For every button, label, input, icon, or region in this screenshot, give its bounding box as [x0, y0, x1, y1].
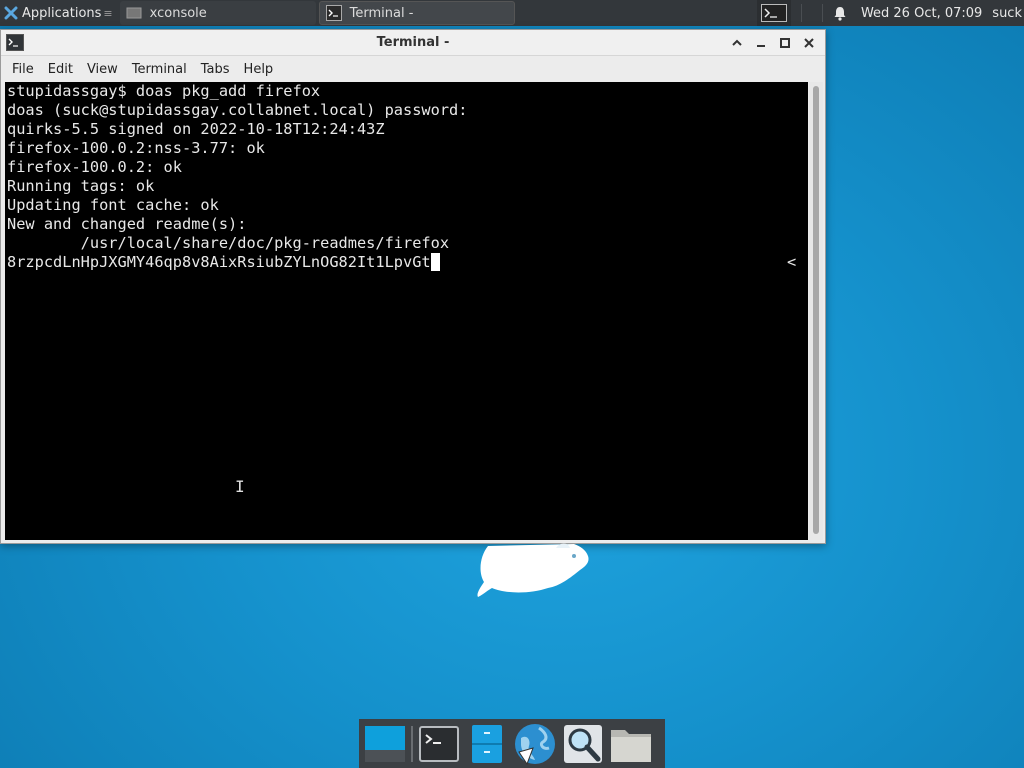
- terminal-line: Updating font cache: ok: [7, 196, 219, 214]
- window-title: Terminal -: [376, 35, 450, 50]
- panel-separator: [800, 4, 802, 22]
- panel-separator: [821, 4, 823, 22]
- chevron-up-icon: [732, 39, 742, 46]
- terminal-input-line[interactable]: 8rzpcdLnHpJXGMY46qp8v8AixRsiubZYLnOG82It…: [7, 253, 808, 272]
- menu-edit[interactable]: Edit: [41, 59, 80, 80]
- terminal-line: firefox-100.0.2:nss-3.77: ok: [7, 139, 265, 157]
- terminal-scrollbar[interactable]: [809, 82, 823, 540]
- terminal-task-icon: [325, 5, 342, 21]
- notifications-button[interactable]: [833, 6, 847, 21]
- terminal-line: firefox-100.0.2: ok: [7, 158, 182, 176]
- ibeam-cursor-icon: I: [235, 477, 245, 496]
- terminal-output[interactable]: stupidassgay$ doas pkg_add firefox doas …: [5, 82, 808, 540]
- dock: [359, 719, 665, 768]
- maximize-button[interactable]: [775, 33, 795, 53]
- window-controls: [727, 33, 819, 53]
- terminal-line: Running tags: ok: [7, 177, 155, 195]
- terminal-line: doas (suck@stupidassgay.collabnet.local)…: [7, 101, 468, 119]
- terminal-line: New and changed readme(s):: [7, 215, 247, 233]
- folder-icon: [611, 729, 651, 762]
- terminal-icon: [760, 4, 787, 22]
- minimize-button[interactable]: [751, 33, 771, 53]
- menu-terminal[interactable]: Terminal: [125, 59, 194, 80]
- dock-web-browser[interactable]: [513, 722, 557, 766]
- dock-folder[interactable]: [609, 722, 653, 766]
- menu-view[interactable]: View: [80, 59, 125, 80]
- dock-separator: [411, 725, 413, 762]
- search-icon: [564, 724, 602, 763]
- menu-bar: File Edit View Terminal Tabs Help: [1, 56, 825, 82]
- show-desktop-icon: [365, 725, 405, 762]
- dock-terminal[interactable]: [417, 722, 461, 766]
- applications-label: Applications: [22, 5, 102, 21]
- close-icon: [804, 38, 814, 48]
- line-overflow-marker: <: [787, 253, 797, 271]
- top-panel: Applications ≡ xconsole Terminal - Wed 2…: [0, 0, 1024, 26]
- applications-menu[interactable]: Applications ≡: [0, 0, 117, 26]
- applications-caret: ≡: [103, 6, 113, 20]
- terminal-icon: [419, 725, 459, 762]
- panel-terminal-launcher[interactable]: [756, 0, 791, 26]
- menu-tabs[interactable]: Tabs: [194, 59, 237, 80]
- file-cabinet-icon: [472, 724, 502, 763]
- terminal-line: quirks-5.5 signed on 2022-10-18T12:24:43…: [7, 120, 385, 138]
- menu-file[interactable]: File: [5, 59, 41, 80]
- task-xconsole-label: xconsole: [149, 5, 207, 21]
- xfce-mouse-mascot-icon: [477, 543, 589, 597]
- web-browser-icon: [515, 723, 555, 765]
- task-terminal-label: Terminal -: [349, 5, 414, 21]
- terminal-input-text: 8rzpcdLnHpJXGMY46qp8v8AixRsiubZYLnOG82It…: [7, 253, 431, 271]
- task-xconsole[interactable]: xconsole: [119, 1, 316, 25]
- maximize-icon: [780, 38, 790, 48]
- shade-button[interactable]: [727, 33, 747, 53]
- bell-icon: [834, 6, 846, 21]
- terminal-line: stupidassgay$ doas pkg_add firefox: [7, 82, 321, 100]
- dock-search[interactable]: [561, 722, 605, 766]
- xfce-logo-icon: [4, 6, 18, 20]
- clock[interactable]: Wed 26 Oct, 07:09: [861, 6, 982, 21]
- scrollbar-thumb[interactable]: [813, 86, 819, 534]
- user-menu[interactable]: suck: [992, 6, 1022, 21]
- window-titlebar[interactable]: Terminal -: [1, 30, 825, 56]
- task-terminal[interactable]: Terminal -: [318, 1, 515, 25]
- menu-help[interactable]: Help: [237, 59, 281, 80]
- close-button[interactable]: [799, 33, 819, 53]
- text-cursor: [430, 253, 440, 271]
- dock-show-desktop[interactable]: [363, 722, 407, 766]
- terminal-line: /usr/local/share/doc/pkg-readmes/firefox: [7, 234, 450, 252]
- minimize-icon: [757, 45, 765, 47]
- xconsole-icon: [126, 6, 142, 20]
- dock-file-cabinet[interactable]: [465, 722, 509, 766]
- terminal-window: Terminal - File Edit View Terminal Tabs …: [0, 29, 826, 544]
